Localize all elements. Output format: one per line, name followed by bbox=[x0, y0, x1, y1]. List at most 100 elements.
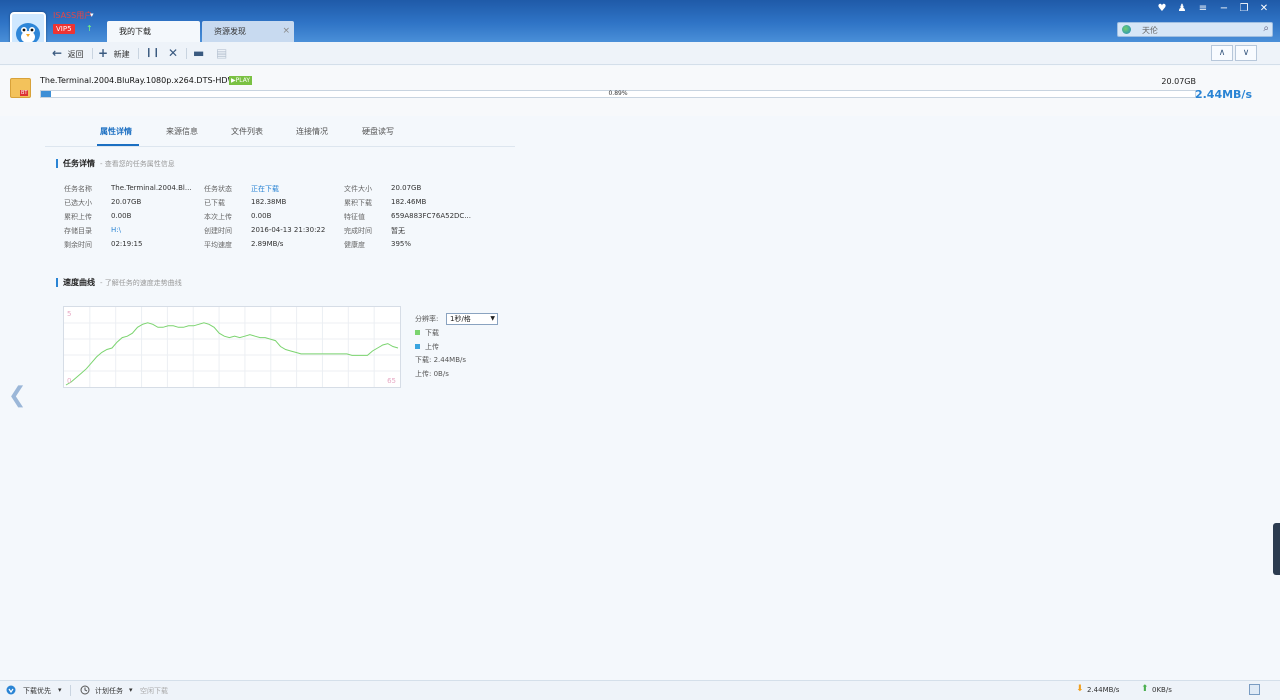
username[interactable]: ISASS用户 bbox=[53, 10, 92, 21]
window-close-icon[interactable]: ✕ bbox=[1257, 3, 1271, 14]
speed-chart: 5 0 65 bbox=[63, 306, 401, 388]
folder-icon: ▬ bbox=[193, 46, 205, 60]
progress-bar: 0.89% bbox=[40, 90, 1196, 98]
detail-label: 平均速度 bbox=[204, 241, 232, 249]
legend-download: 下载 bbox=[425, 329, 439, 337]
toolbar: ← 返回 + 新建 ❙❙ ✕ ▬ ▤ ∧ ∨ bbox=[0, 42, 1280, 65]
tab-file-list[interactable]: 文件列表 bbox=[231, 126, 263, 137]
detail-value: 395% bbox=[391, 240, 412, 248]
detail-value: 0.00B bbox=[251, 212, 272, 220]
scheduled-tasks-button[interactable]: 计划任务 bbox=[95, 686, 123, 696]
minimize-icon[interactable]: − bbox=[1217, 3, 1231, 14]
task-speed: 2.44MB/s bbox=[1194, 88, 1252, 101]
tab-resource-discovery[interactable]: 资源发现 × bbox=[202, 21, 294, 42]
priority-icon bbox=[6, 685, 16, 697]
detail-value: 2016-04-13 21:30:22 bbox=[251, 226, 326, 234]
search-box[interactable]: 天伦 ⌕ bbox=[1117, 22, 1273, 37]
detail-label: 剩余时间 bbox=[64, 241, 92, 249]
toolbar-divider bbox=[186, 48, 187, 59]
detail-label: 累积上传 bbox=[64, 213, 92, 221]
search-input[interactable]: 天伦 bbox=[1142, 25, 1158, 36]
toolbar-divider bbox=[138, 48, 139, 59]
section-description: - 查看您的任务属性信息 bbox=[100, 160, 175, 168]
tab-divider bbox=[45, 146, 515, 147]
legend-swatch-upload bbox=[415, 344, 420, 349]
tab-properties[interactable]: 属性详情 bbox=[100, 126, 132, 137]
resolution-value: 1秒/格 bbox=[450, 315, 471, 323]
detail-label: 特征值 bbox=[344, 213, 365, 221]
tab-label: 我的下载 bbox=[119, 27, 151, 36]
detail-label: 文件大小 bbox=[344, 185, 372, 193]
detail-label: 累积下载 bbox=[344, 199, 372, 207]
download-arrow-icon: ⬇ bbox=[1076, 684, 1084, 694]
section-title: 任务详情 bbox=[63, 159, 95, 168]
detail-label: 本次上传 bbox=[204, 213, 232, 221]
detail-label: 已选大小 bbox=[64, 199, 92, 207]
delete-button[interactable]: ✕ bbox=[168, 46, 178, 62]
status-divider bbox=[70, 685, 71, 696]
collapse-left-icon[interactable]: ❮ bbox=[8, 383, 26, 408]
back-label: 返回 bbox=[67, 50, 84, 59]
upload-arrow-icon: ⬆ bbox=[1141, 684, 1149, 694]
resolution-select[interactable]: 1秒/格 ▼ bbox=[446, 313, 498, 325]
menu-icon[interactable]: ≡ bbox=[1196, 3, 1210, 14]
search-icon[interactable]: ⌕ bbox=[1263, 23, 1269, 34]
tab-my-downloads[interactable]: 我的下载 bbox=[107, 21, 200, 42]
download-priority-button[interactable]: 下载优先 bbox=[23, 686, 51, 696]
side-panel-handle[interactable] bbox=[1273, 523, 1280, 575]
properties-button[interactable]: ▤ bbox=[216, 46, 227, 62]
download-speed: 2.44MB/s bbox=[1087, 686, 1120, 694]
user-icon[interactable]: ♟ bbox=[1175, 3, 1189, 14]
vip-up-icon: ↑ bbox=[86, 24, 93, 33]
detail-value: 20.07GB bbox=[111, 198, 142, 206]
close-icon[interactable]: × bbox=[282, 21, 290, 42]
move-up-button[interactable]: ∧ bbox=[1211, 45, 1233, 61]
status-bar: 下载优先 ▾ 计划任务 ▾ 空闲下载 ⬇ 2.44MB/s ⬆ 0KB/s bbox=[0, 680, 1280, 700]
tab-label: 资源发现 bbox=[214, 27, 246, 36]
restore-icon[interactable]: ❐ bbox=[1237, 3, 1251, 14]
y-axis-min-label: 0 bbox=[67, 377, 71, 385]
chevron-down-icon[interactable]: ▾ bbox=[90, 11, 94, 19]
chevron-down-icon[interactable]: ▾ bbox=[58, 686, 62, 694]
detail-panel bbox=[0, 116, 1280, 680]
detail-label: 存储目录 bbox=[64, 227, 92, 235]
pause-button[interactable]: ❙❙ bbox=[145, 46, 160, 60]
detail-label: 健康度 bbox=[344, 241, 365, 249]
upload-rate: 上传: 0B/s bbox=[415, 370, 449, 378]
detail-value: 暂无 bbox=[391, 227, 405, 235]
tab-connections[interactable]: 连接情况 bbox=[296, 126, 328, 137]
vip-badge[interactable]: VIP5 bbox=[53, 24, 75, 34]
detail-value: 02:19:15 bbox=[111, 240, 143, 248]
new-label: 新建 bbox=[113, 50, 130, 59]
chevron-down-icon[interactable]: ▾ bbox=[129, 686, 133, 694]
task-name: The.Terminal.2004.BluRay.1080p.x264.DTS-… bbox=[40, 76, 249, 85]
detail-value: 2.89MB/s bbox=[251, 240, 284, 248]
storage-dir-link[interactable]: H:\ bbox=[111, 226, 121, 234]
skin-icon[interactable]: ♥ bbox=[1155, 3, 1169, 14]
detail-label: 完成时间 bbox=[344, 227, 372, 235]
tab-source-info[interactable]: 来源信息 bbox=[166, 126, 198, 137]
open-folder-button[interactable]: ▬ bbox=[193, 46, 204, 62]
delete-icon: ✕ bbox=[168, 46, 179, 60]
y-axis-max-label: 5 bbox=[67, 310, 71, 318]
detail-value: 正在下载 bbox=[251, 185, 279, 193]
idle-download-button[interactable]: 空闲下载 bbox=[140, 686, 168, 696]
chevron-up-icon: ∧ bbox=[1218, 48, 1226, 58]
back-arrow-icon: ← bbox=[52, 46, 63, 60]
plus-icon: + bbox=[98, 46, 109, 60]
task-size: 20.07GB bbox=[1161, 77, 1196, 86]
section-marker bbox=[56, 159, 58, 168]
download-rate: 下载: 2.44MB/s bbox=[415, 356, 467, 364]
panel-toggle-icon[interactable] bbox=[1249, 684, 1260, 695]
detail-value: 182.38MB bbox=[251, 198, 287, 206]
chevron-down-icon: ∨ bbox=[1242, 48, 1250, 58]
detail-value: The.Terminal.2004.Bl... bbox=[111, 184, 192, 192]
move-down-button[interactable]: ∨ bbox=[1235, 45, 1257, 61]
pause-icon: ❙❙ bbox=[145, 48, 161, 58]
back-button[interactable]: ← 返回 bbox=[52, 46, 84, 62]
play-button[interactable]: ▶PLAY bbox=[229, 76, 253, 85]
detail-value: 20.07GB bbox=[391, 184, 422, 192]
new-task-button[interactable]: + 新建 bbox=[98, 46, 130, 62]
tab-disk-io[interactable]: 硬盘读写 bbox=[362, 126, 394, 137]
title-bar: ISASS用户 ▾ VIP5 ↑ 我的下载 资源发现 × ♥ ♟ ≡ − ❐ ✕… bbox=[0, 0, 1280, 48]
